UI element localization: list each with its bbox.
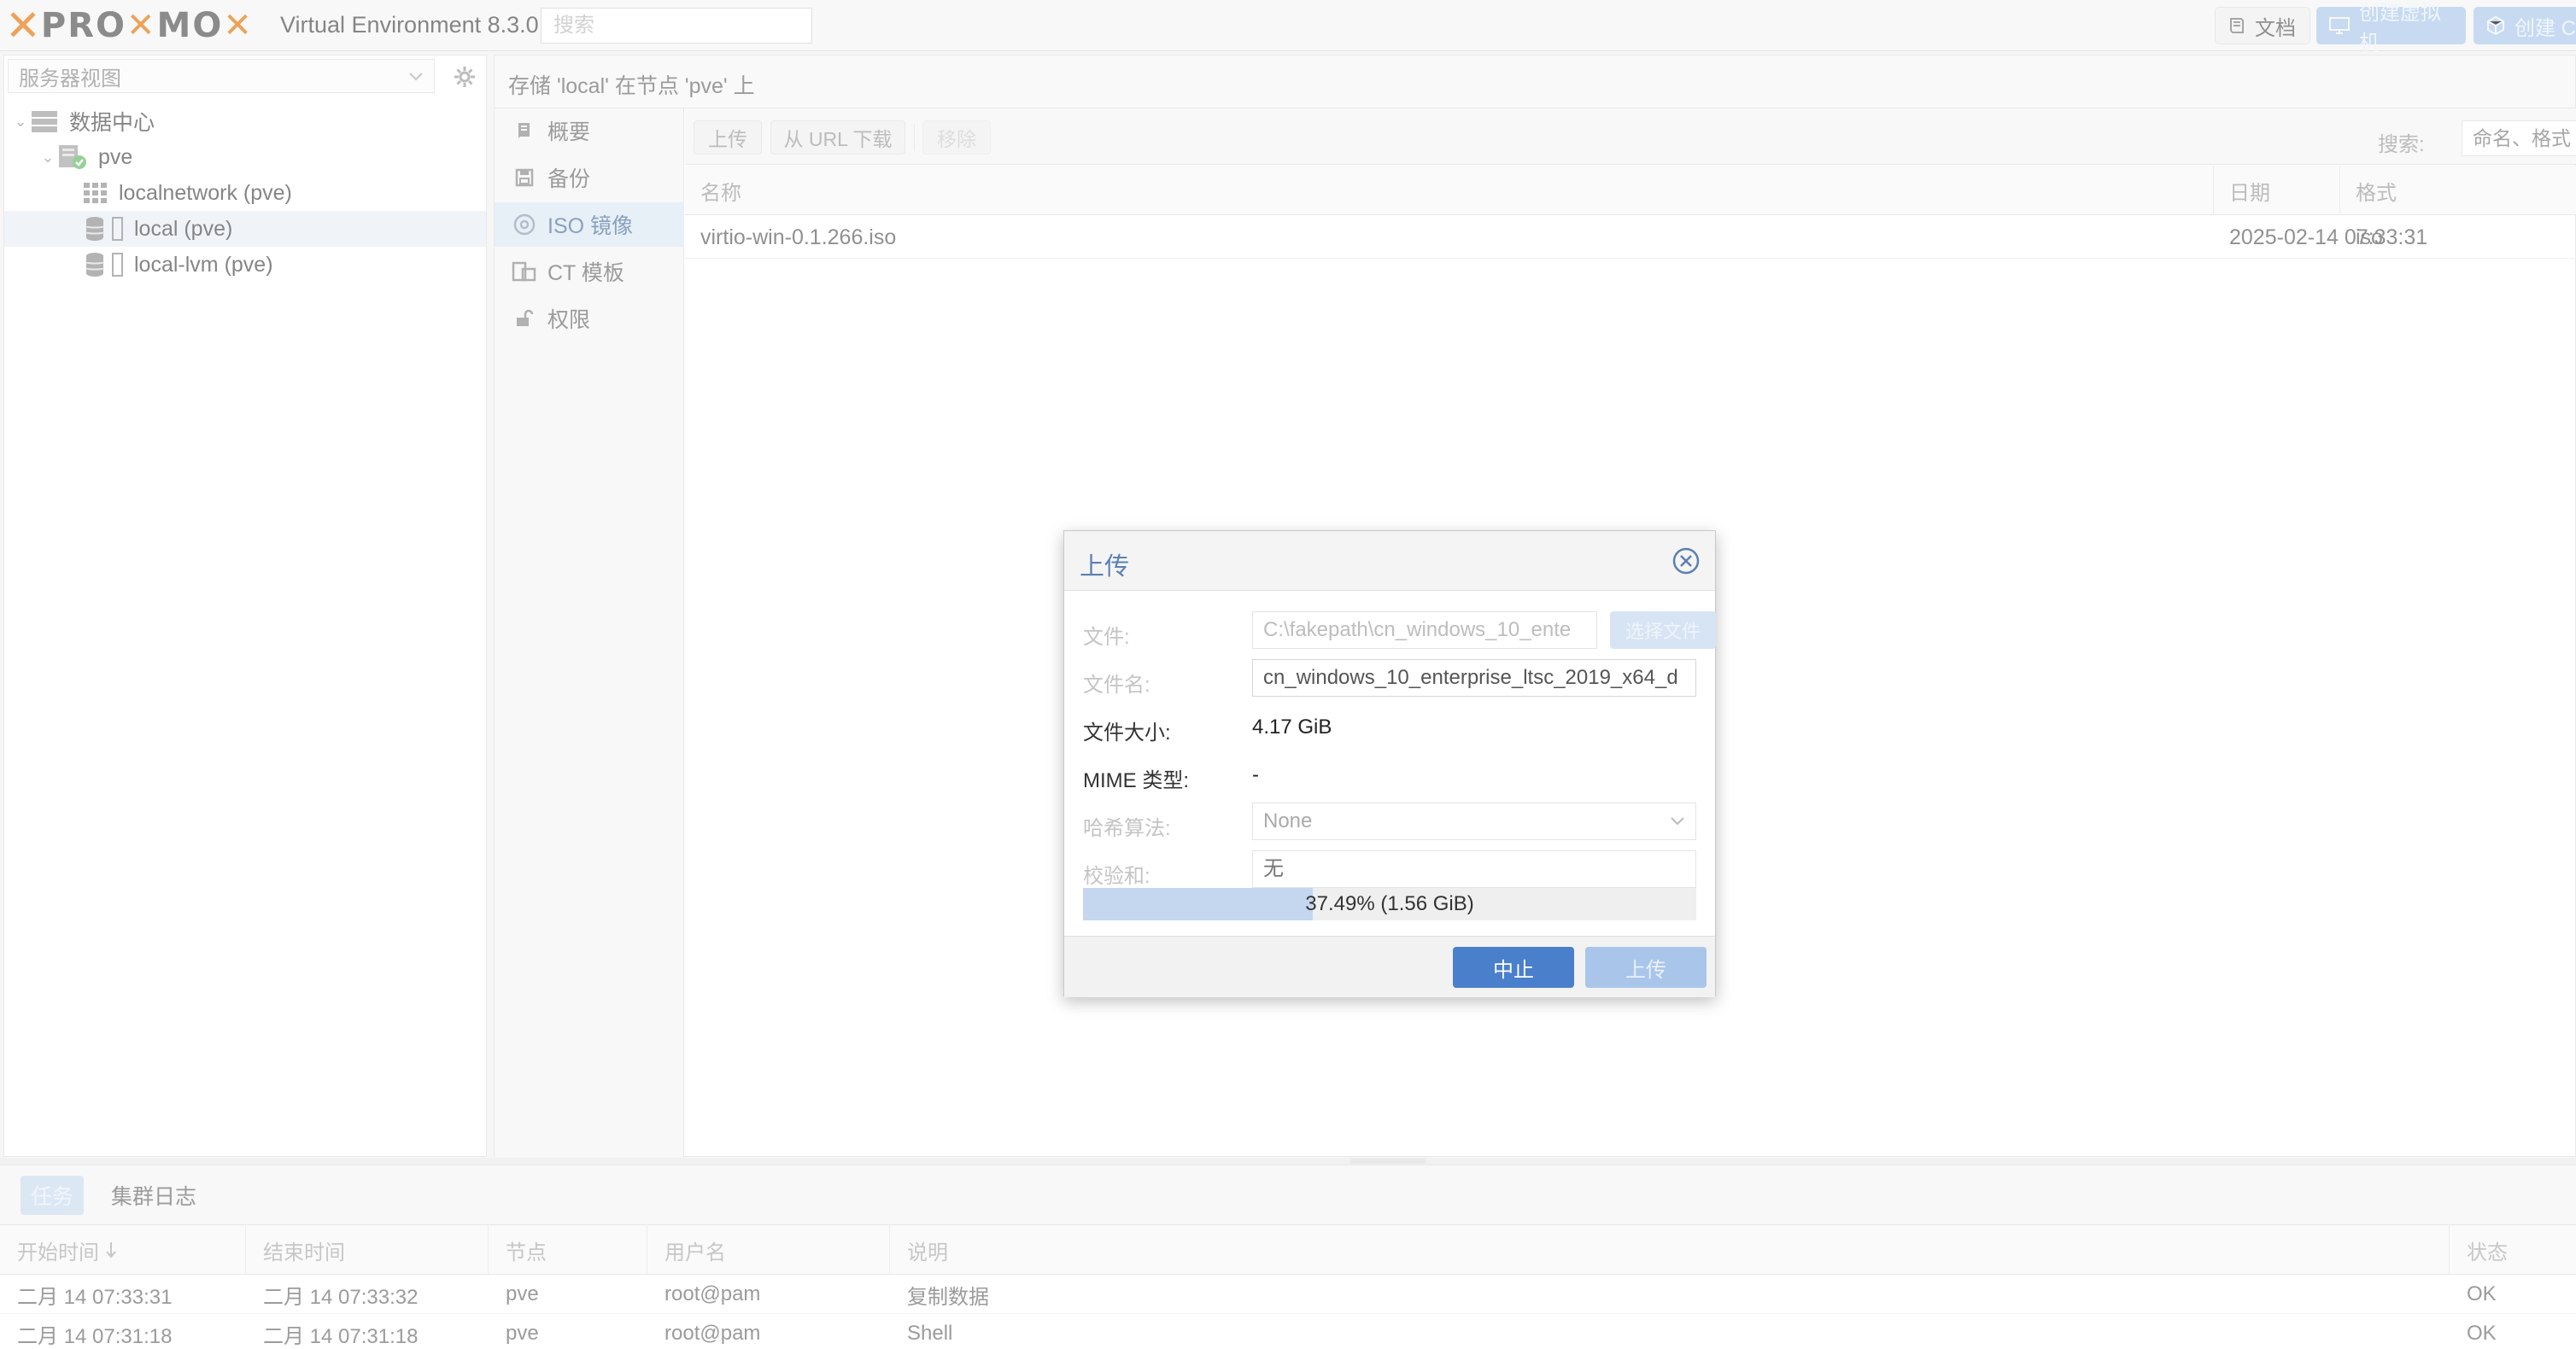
close-icon[interactable] [1671, 546, 1701, 576]
checksum-input[interactable] [1252, 850, 1696, 888]
filename-row: 文件名: cn_windows_10_enterprise_ltsc_2019_… [1083, 659, 1698, 698]
dialog-title: 上传 [1080, 553, 1130, 581]
dialog-upload-button[interactable]: 上传 [1585, 947, 1707, 988]
upload-progress-text: 37.49% (1.56 GiB) [1305, 892, 1474, 915]
filesize-value: 4.17 GiB [1252, 715, 1332, 739]
upload-dialog: 上传 文件: C:\fakepath\cn_windows_10_ente 选择… [1063, 530, 1716, 997]
dialog-footer: 中止 上传 [1064, 936, 1715, 997]
hash-label: 哈希算法: [1083, 817, 1171, 840]
filesize-row: 文件大小: 4.17 GiB [1083, 707, 1698, 746]
filename-label: 文件名: [1083, 674, 1150, 697]
mime-value: - [1252, 763, 1259, 786]
filesize-label: 文件大小: [1083, 721, 1171, 745]
filename-field[interactable]: cn_windows_10_enterprise_ltsc_2019_x64_d [1252, 659, 1696, 697]
dialog-header: 上传 [1064, 531, 1715, 591]
hash-algorithm-value: None [1263, 809, 1313, 832]
mime-label: MIME 类型: [1083, 769, 1189, 792]
chevron-down-icon [1670, 816, 1685, 826]
abort-button[interactable]: 中止 [1453, 947, 1574, 988]
hash-algorithm-select[interactable]: None [1252, 803, 1696, 840]
file-path-field[interactable]: C:\fakepath\cn_windows_10_ente [1252, 611, 1597, 649]
choose-file-button[interactable]: 选择文件 [1610, 611, 1716, 649]
file-label: 文件: [1083, 626, 1130, 649]
upload-progress-bar: 37.49% (1.56 GiB) [1083, 888, 1696, 920]
checksum-row: 校验和: [1083, 850, 1698, 890]
hash-row: 哈希算法: None [1083, 803, 1698, 842]
file-row: 文件: C:\fakepath\cn_windows_10_ente 选择文件 [1083, 611, 1716, 651]
mime-row: MIME 类型: - [1083, 755, 1698, 794]
checksum-label: 校验和: [1083, 865, 1150, 888]
